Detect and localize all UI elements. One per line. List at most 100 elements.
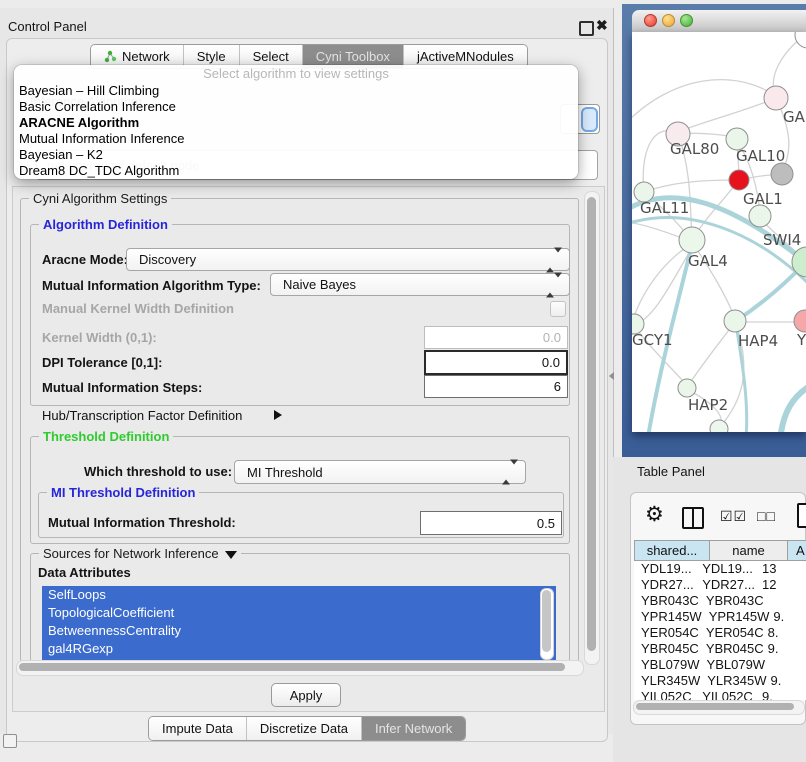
mi-type-label: Mutual Information Algorithm Type: bbox=[42, 274, 261, 297]
expander-collapsed-icon[interactable] bbox=[274, 410, 282, 420]
network-node-hap2[interactable] bbox=[678, 379, 696, 397]
splitter-collapse-icon[interactable] bbox=[609, 372, 614, 380]
attribute-list-item[interactable]: BetweennessCentrality bbox=[42, 622, 556, 640]
table-row[interactable]: YDR27... YDR27... 12 bbox=[634, 577, 806, 593]
aracne-mode-combobox[interactable]: Discovery bbox=[126, 248, 570, 271]
attribute-list-scrollbar-thumb[interactable] bbox=[542, 590, 551, 652]
cell-shared-name: YIL052C bbox=[634, 689, 695, 700]
dropdown-placeholder: Select algorithm to view settings bbox=[14, 65, 578, 83]
cell-shared-name: YDR27... bbox=[634, 577, 695, 593]
node-label: Y bbox=[796, 331, 806, 349]
cell-value: 9. bbox=[767, 673, 806, 689]
split-panel-icon[interactable] bbox=[682, 507, 704, 529]
network-node[interactable] bbox=[710, 420, 728, 432]
hub-definition-label[interactable]: Hub/Transcription Factor Definition bbox=[42, 404, 242, 427]
which-threshold-combobox[interactable]: MI Threshold bbox=[234, 460, 526, 484]
network-canvas[interactable]: GAL2 GAL80 GAL10 GAL1 GAL11 SWI4 GAL4 GC… bbox=[632, 32, 806, 432]
table-row[interactable]: YBR043C YBR043C bbox=[634, 593, 806, 609]
column-header-name[interactable]: name bbox=[710, 540, 788, 561]
node-label: GCY1 bbox=[632, 331, 673, 349]
node-label: SWI4 bbox=[763, 231, 801, 249]
menu-item-mutual-information[interactable]: Mutual Information Inference bbox=[14, 131, 578, 147]
cell-name: YLR345W bbox=[700, 673, 766, 689]
mi-steps-label: Mutual Information Steps: bbox=[42, 376, 202, 399]
deselect-all-checkboxes-icon[interactable]: □□ bbox=[757, 508, 776, 524]
node-label: HAP2 bbox=[688, 396, 728, 414]
mi-steps-field[interactable]: 6 bbox=[424, 375, 568, 398]
cell-shared-name: YER054C bbox=[634, 625, 699, 641]
menu-item-bayesian-hill-climbing[interactable]: Bayesian – Hill Climbing bbox=[14, 83, 578, 99]
combo-stepper-icon bbox=[546, 277, 562, 292]
menu-item-bayesian-k2[interactable]: Bayesian – K2 bbox=[14, 147, 578, 163]
cell-shared-name: YPR145W bbox=[634, 609, 702, 625]
aracne-mode-label: Aracne Mode: bbox=[42, 248, 128, 271]
network-node[interactable] bbox=[794, 310, 806, 332]
network-tab-icon bbox=[104, 50, 117, 63]
cell-value bbox=[765, 657, 806, 673]
document-icon[interactable] bbox=[797, 503, 806, 528]
float-window-icon[interactable] bbox=[579, 21, 594, 36]
cell-name: YBL079W bbox=[700, 657, 766, 673]
kernel-width-field[interactable]: 0.0 bbox=[424, 326, 568, 349]
cell-value: 13 bbox=[758, 561, 806, 577]
cell-shared-name: YBR045C bbox=[634, 641, 699, 657]
network-node-gal1[interactable] bbox=[729, 170, 749, 190]
network-node-gal2[interactable] bbox=[764, 86, 788, 110]
algorithm-dropdown-popup: Select algorithm to view settings Bayesi… bbox=[14, 65, 578, 179]
table-row[interactable]: YBL079W YBL079W bbox=[634, 657, 806, 673]
column-header-shared-name[interactable]: shared... bbox=[634, 540, 710, 561]
cell-value: 8. bbox=[764, 625, 806, 641]
resize-grip[interactable] bbox=[3, 734, 17, 748]
select-all-checkboxes-icon[interactable]: ☑☑ bbox=[720, 508, 747, 525]
attribute-list-item[interactable]: gal4RGexp bbox=[42, 640, 556, 658]
network-node-hap4[interactable] bbox=[724, 310, 746, 332]
tab-infer-network[interactable]: Infer Network bbox=[361, 717, 465, 740]
menu-item-dream8[interactable]: Dream8 DC_TDC Algorithm bbox=[14, 163, 578, 179]
mi-threshold-definition-title: MI Threshold Definition bbox=[47, 485, 199, 500]
control-panel-title: Control Panel bbox=[8, 19, 87, 34]
network-node-swi4[interactable] bbox=[749, 205, 771, 227]
settings-vertical-scrollbar-thumb[interactable] bbox=[587, 197, 596, 651]
column-header-partial[interactable]: A bbox=[788, 540, 806, 561]
tab-label: Network bbox=[122, 49, 170, 64]
settings-horizontal-scrollbar-thumb[interactable] bbox=[19, 663, 565, 671]
network-node[interactable] bbox=[795, 32, 806, 48]
cell-name: YDR27... bbox=[695, 577, 758, 593]
tab-impute-data[interactable]: Impute Data bbox=[149, 717, 246, 740]
zoom-window-icon[interactable] bbox=[680, 14, 693, 27]
group-title: Cyni Algorithm Settings bbox=[29, 191, 171, 206]
manual-kernel-checkbox[interactable] bbox=[550, 301, 566, 317]
control-panel: Control Panel ✖ Network Style Select Cyn… bbox=[0, 8, 614, 734]
menu-item-aracne[interactable]: ARACNE Algorithm bbox=[14, 115, 578, 131]
expander-expanded-icon[interactable] bbox=[225, 551, 237, 559]
table-row[interactable]: YDL19... YDL19... 13 bbox=[634, 561, 806, 577]
gear-icon[interactable]: ⚙ bbox=[645, 502, 664, 527]
cell-value: 12 bbox=[758, 577, 806, 593]
attribute-list-item[interactable]: SelfLoops bbox=[42, 586, 556, 604]
dpi-tolerance-field[interactable]: 0.0 bbox=[424, 350, 568, 375]
cell-name: YPR145W bbox=[702, 609, 770, 625]
combo-stepper-icon bbox=[546, 252, 562, 267]
table-row[interactable]: YLR345W YLR345W 9. bbox=[634, 673, 806, 689]
table-row[interactable]: YIL052C YIL052C 9. bbox=[634, 689, 806, 700]
tab-discretize-data[interactable]: Discretize Data bbox=[246, 717, 361, 740]
apply-button[interactable]: Apply bbox=[271, 683, 341, 707]
data-attributes-label: Data Attributes bbox=[38, 564, 131, 582]
mi-threshold-field[interactable]: 0.5 bbox=[420, 511, 562, 535]
table-panel-title: Table Panel bbox=[637, 464, 705, 479]
table-horizontal-scrollbar-thumb[interactable] bbox=[636, 703, 794, 710]
minimize-window-icon[interactable] bbox=[662, 14, 675, 27]
table-row[interactable]: YER054C YER054C 8. bbox=[634, 625, 806, 641]
sources-title[interactable]: Sources for Network Inference bbox=[39, 546, 241, 561]
network-window-titlebar[interactable] bbox=[632, 10, 806, 33]
network-node-gal4[interactable] bbox=[679, 227, 705, 253]
close-window-icon[interactable] bbox=[644, 14, 657, 27]
network-node[interactable] bbox=[771, 163, 793, 185]
close-icon[interactable]: ✖ bbox=[596, 17, 608, 34]
table-row[interactable]: YPR145W YPR145W 9. bbox=[634, 609, 806, 625]
attribute-list-item[interactable]: TopologicalCoefficient bbox=[42, 604, 556, 622]
menu-item-basic-correlation[interactable]: Basic Correlation Inference bbox=[14, 99, 578, 115]
mi-type-combobox[interactable]: Naive Bayes bbox=[270, 273, 570, 296]
table-row[interactable]: YBR045C YBR045C 9. bbox=[634, 641, 806, 657]
cell-value: 9. bbox=[758, 689, 806, 700]
